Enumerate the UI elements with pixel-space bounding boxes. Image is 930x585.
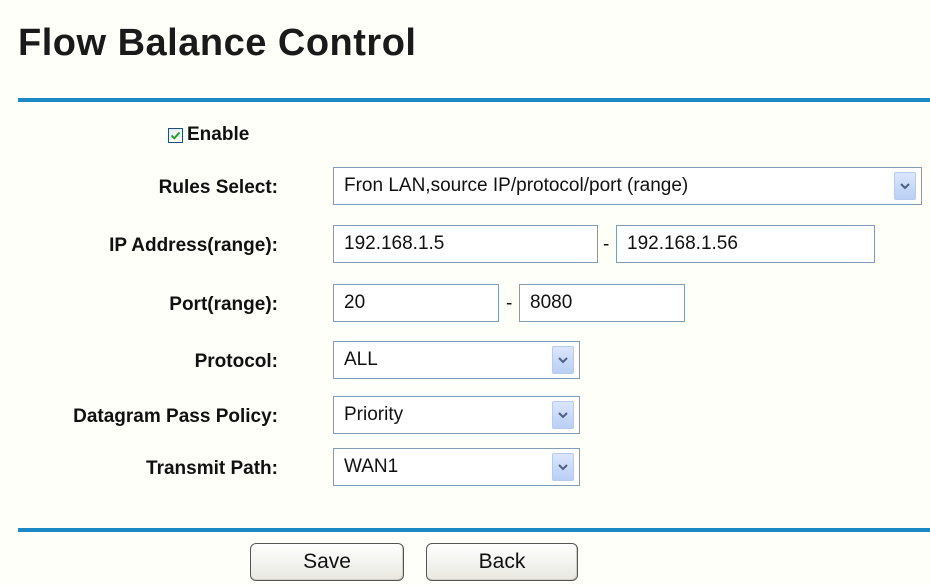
port-end-input[interactable]: 8080 [519,284,685,322]
top-divider [18,98,930,102]
protocol-value: ALL [344,349,378,370]
page-title: Flow Balance Control [18,22,417,64]
chevron-down-icon[interactable] [552,453,574,481]
ip-end-input[interactable]: 192.168.1.56 [616,225,875,263]
enable-label: Enable [187,124,250,145]
transmit-path-label: Transmit Path: [146,458,278,479]
rules-select-value: Fron LAN,source IP/protocol/port (range) [344,175,689,196]
chevron-down-icon[interactable] [894,172,916,200]
enable-checkbox[interactable] [168,127,183,143]
datagram-pass-policy-select[interactable]: Priority [333,396,580,434]
port-start-input[interactable]: 20 [333,284,499,322]
ip-address-label: IP Address(range): [109,235,278,256]
rules-select-label: Rules Select: [158,177,278,198]
protocol-label: Protocol: [194,351,278,372]
back-button[interactable]: Back [426,543,578,581]
transmit-path-select[interactable]: WAN1 [333,448,580,486]
protocol-select[interactable]: ALL [333,341,580,379]
chevron-down-icon[interactable] [552,346,574,374]
ip-range-separator: - [603,234,610,255]
enable-row: Enable [168,124,249,146]
transmit-path-value: WAN1 [344,456,399,477]
chevron-down-icon[interactable] [552,401,574,429]
bottom-divider [18,528,930,532]
port-label: Port(range): [169,294,278,315]
datagram-pass-policy-label: Datagram Pass Policy: [73,406,278,427]
rules-select-dropdown[interactable]: Fron LAN,source IP/protocol/port (range) [333,167,922,205]
checkmark-icon [170,131,181,140]
port-range-separator: - [506,293,513,314]
save-button[interactable]: Save [250,543,404,581]
ip-start-input[interactable]: 192.168.1.5 [333,225,598,263]
datagram-pass-policy-value: Priority [344,404,404,425]
